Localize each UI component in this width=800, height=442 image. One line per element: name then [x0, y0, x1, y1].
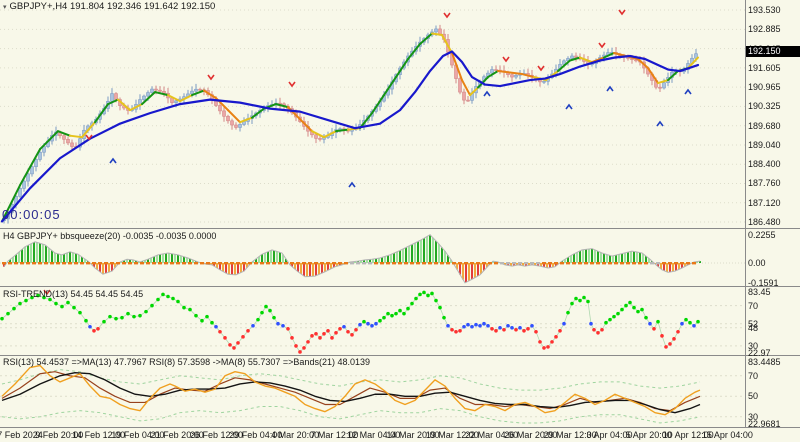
- price-axis-label: 192.885: [748, 24, 781, 34]
- buy-arrow-icon: [110, 159, 116, 163]
- rsi-trend-axis-label: 83.45: [748, 287, 771, 297]
- sell-arrow-icon: [619, 10, 625, 14]
- price-axis-label: 190.965: [748, 82, 781, 92]
- rsi-axis-label: 22.9681: [748, 419, 781, 429]
- price-axis-label: 186.480: [748, 217, 781, 227]
- time-axis-label: 15 Apr 04:00: [702, 430, 753, 440]
- buy-arrow-icon: [349, 183, 355, 187]
- rsi-axis-label: 70: [748, 371, 758, 381]
- collapse-icon[interactable]: ▾: [3, 4, 7, 11]
- price-axis-label: 193.530: [748, 5, 781, 15]
- price-axis-label: 191.605: [748, 63, 781, 73]
- chart-title: ▾GBPJPY+,H4 191.804 192.346 191.642 192.…: [3, 1, 215, 13]
- candle-countdown-timer: 00:00:05: [2, 209, 61, 220]
- squeeze-axis-label: 0.2255: [748, 230, 776, 240]
- buy-arrow-icon: [566, 105, 572, 109]
- squeeze-indicator-label: H4 GBPJPY+ bbsqueeze(20) -0.0035 -0.0035…: [3, 231, 216, 242]
- price-axis-label: 189.040: [748, 140, 781, 150]
- candles: [3, 25, 698, 224]
- rsi-trend-indicator-label: RSI-TREND(13) 54.45 54.45 54.45: [3, 289, 143, 300]
- current-price-badge: 192.150: [746, 46, 800, 57]
- price-axis-label: 190.325: [748, 101, 781, 111]
- sell-arrow-icon: [208, 75, 214, 79]
- price-axis-label: 187.120: [748, 198, 781, 208]
- price-axis-label: 187.760: [748, 178, 781, 188]
- terminal-window: ▾GBPJPY+,H4 191.804 192.346 191.642 192.…: [0, 0, 800, 442]
- rsi-trend-axis-label: 70: [748, 301, 758, 311]
- chart-canvas[interactable]: [0, 0, 800, 442]
- rsi-indicator-label: RSI(13) 54.4537 =>MA(13) 47.7967 RSI(8) …: [3, 357, 370, 368]
- price-axis-label: 188.400: [748, 159, 781, 169]
- rsi-axis-label: 50: [748, 391, 758, 401]
- buy-arrow-icon: [685, 90, 691, 94]
- rsi-panel: [0, 366, 745, 423]
- rsi-axis-label: 83.4485: [748, 357, 781, 367]
- sell-arrow-icon: [444, 13, 450, 17]
- squeeze-axis-label: 0.00: [748, 258, 766, 268]
- rsi-trend-axis-label: 48: [748, 323, 758, 333]
- sell-arrow-icon: [289, 82, 295, 86]
- chart-symbol-period: GBPJPY+,H4: [10, 1, 68, 12]
- squeeze-panel: [0, 235, 745, 283]
- sell-arrow-icon: [503, 57, 509, 61]
- chart-ohlc-values: 191.804 192.346 191.642 192.150: [70, 1, 215, 12]
- sell-arrow-icon: [599, 43, 605, 47]
- ma-slow-line: [2, 51, 698, 221]
- buy-arrow-icon: [484, 92, 490, 96]
- price-axis-label: 189.680: [748, 121, 781, 131]
